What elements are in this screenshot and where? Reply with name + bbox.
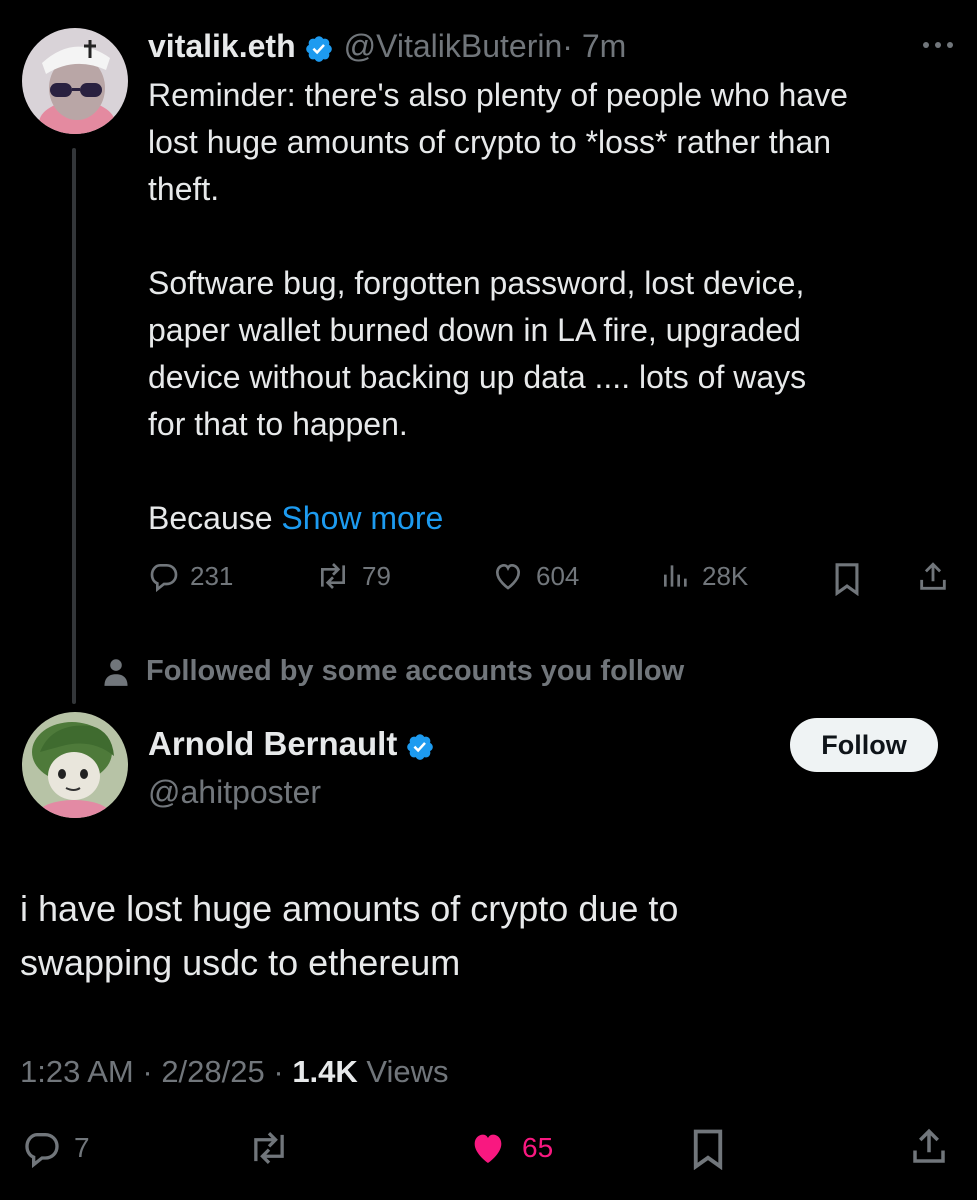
reply-icon: [25, 1133, 59, 1168]
like-count: 65: [522, 1132, 554, 1163]
avatar[interactable]: [22, 712, 128, 818]
views-label: Views: [366, 1054, 449, 1089]
views-total: 1.4K: [292, 1054, 358, 1089]
repost-count: 79: [362, 560, 391, 591]
author-name[interactable]: vitalik.eth: [148, 24, 296, 68]
tweet-header: vitalik.eth @VitalikButerin · 7m: [148, 24, 626, 68]
reply-text: i have lost huge amounts of crypto due t…: [20, 882, 920, 990]
tweet-text: Reminder: there's also plenty of people …: [148, 72, 958, 542]
reply-body: i have lost huge amounts of crypto due t…: [20, 888, 679, 983]
bookmark-icon[interactable]: [690, 1128, 726, 1175]
social-context: Followed by some accounts you follow: [102, 655, 684, 688]
reply-count: 231: [190, 560, 234, 591]
like-count: 604: [536, 560, 580, 591]
views-icon: [664, 565, 687, 587]
like-icon: [495, 563, 521, 590]
share-icon[interactable]: [916, 560, 950, 599]
reply-author-handle[interactable]: @ahitposter: [148, 770, 321, 814]
reply-button[interactable]: 7: [22, 1128, 90, 1168]
views-button[interactable]: 28K: [660, 560, 748, 592]
views-count: 28K: [702, 560, 749, 591]
like-icon: [474, 1134, 502, 1163]
reply-button[interactable]: 231: [148, 560, 233, 592]
reply-icon: [150, 564, 178, 592]
like-button[interactable]: 604: [490, 560, 579, 592]
timestamp[interactable]: · 7m: [562, 24, 626, 68]
share-icon[interactable]: [908, 1126, 950, 1173]
verified-badge-icon: [405, 729, 435, 760]
tweet-body: Reminder: there's also plenty of people …: [148, 77, 848, 536]
person-icon: [104, 658, 128, 686]
social-context-text: Followed by some accounts you follow: [146, 655, 685, 687]
repost-button[interactable]: 79: [314, 560, 391, 592]
avatar[interactable]: [22, 28, 128, 134]
post-date[interactable]: 2/28/25: [161, 1054, 264, 1089]
more-icon[interactable]: [918, 30, 958, 60]
like-button[interactable]: 65: [466, 1128, 553, 1168]
tweet-meta: 1:23 AM · 2/28/25 · 1.4K Views: [20, 1054, 449, 1089]
repost-icon: [321, 563, 345, 589]
reply-count: 7: [74, 1132, 90, 1163]
repost-icon: [254, 1132, 284, 1164]
post-time[interactable]: 1:23 AM: [20, 1054, 134, 1089]
reply-header: Arnold Bernault: [148, 722, 445, 766]
bookmark-icon[interactable]: [832, 562, 862, 601]
follow-button[interactable]: Follow: [790, 718, 938, 772]
show-more-link[interactable]: Show more: [281, 500, 443, 536]
verified-badge-icon: [304, 31, 334, 62]
author-handle[interactable]: @VitalikButerin: [344, 24, 563, 68]
reply-author-name[interactable]: Arnold Bernault: [148, 722, 397, 766]
thread-line: [72, 148, 76, 704]
repost-button[interactable]: [246, 1128, 292, 1173]
